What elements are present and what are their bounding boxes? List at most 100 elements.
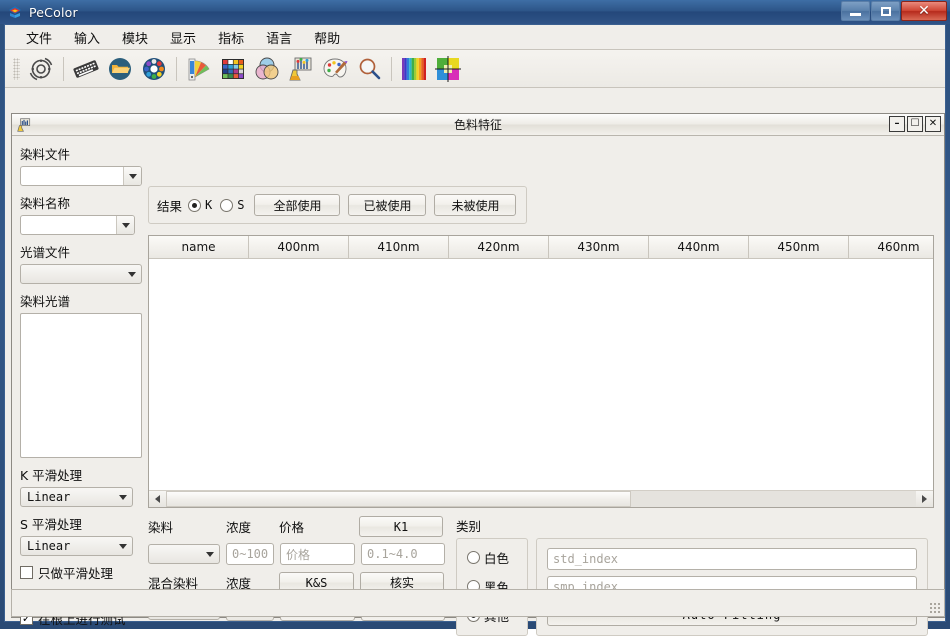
menu-input[interactable]: 输入 [63, 25, 111, 50]
window-client-area: 文件 输入 模块 显示 指标 语言 帮助 [4, 24, 946, 622]
color-wheel-icon[interactable] [137, 53, 171, 85]
chevron-down-icon[interactable] [114, 537, 132, 555]
left-panel: 染料文件 染料名称 光谱文件 染料光谱 [20, 144, 142, 628]
mdi-maximize-button[interactable]: ☐ [907, 116, 923, 132]
menu-module[interactable]: 模块 [111, 25, 159, 50]
menu-language[interactable]: 语言 [255, 25, 303, 50]
table-header-400nm[interactable]: 400nm [249, 236, 349, 259]
scrollbar-track[interactable] [166, 491, 916, 507]
button-use-all[interactable]: 全部使用 [254, 194, 340, 216]
spectrum-file-combo[interactable] [20, 264, 142, 284]
button-used[interactable]: 已被使用 [348, 194, 426, 216]
dye-label: 染料 [148, 517, 226, 536]
chevron-down-icon[interactable] [116, 216, 134, 234]
table-header-440nm[interactable]: 440nm [649, 236, 749, 259]
dye-combo[interactable] [148, 544, 220, 564]
category-title: 类别 [456, 516, 934, 535]
settings-gear-icon[interactable] [24, 53, 58, 85]
scroll-left-arrow-icon[interactable] [149, 491, 166, 507]
mdi-close-button[interactable]: ✕ [925, 116, 941, 132]
folder-open-icon[interactable] [103, 53, 137, 85]
table-header-name[interactable]: name [149, 236, 249, 259]
dye-spectrum-listbox[interactable] [20, 313, 142, 458]
mdi-window-title: 色料特征 [12, 116, 944, 133]
menu-bar: 文件 输入 模块 显示 指标 语言 帮助 [5, 25, 945, 50]
s-smooth-combo[interactable]: Linear [20, 536, 133, 556]
window-title: PeColor [29, 5, 78, 20]
toolbar-separator [63, 57, 64, 81]
menu-index[interactable]: 指标 [207, 25, 255, 50]
keyboard-icon[interactable] [69, 53, 103, 85]
chevron-down-icon[interactable] [123, 167, 141, 185]
toolbar-separator [176, 57, 177, 81]
spectrum-bars-icon[interactable] [397, 53, 431, 85]
color-palette-grid-icon[interactable] [216, 53, 250, 85]
magnifier-icon[interactable] [352, 53, 386, 85]
k-smooth-combo[interactable]: Linear [20, 487, 133, 507]
menu-display[interactable]: 显示 [159, 25, 207, 50]
table-header-row: name 400nm 410nm 420nm 430nm 440nm 450nm… [149, 236, 933, 259]
radio-result-k[interactable]: K [188, 198, 212, 212]
category-panel: 类别 白色 黑色 [456, 516, 934, 636]
scrollbar-thumb[interactable] [166, 491, 631, 507]
k1-range-input[interactable]: 0.1~4.0 [361, 543, 445, 565]
price-input[interactable]: 价格 [280, 543, 355, 565]
concentration-label: 浓度 [226, 517, 279, 536]
window-maximize-button[interactable] [871, 1, 900, 21]
table-body [149, 259, 933, 491]
artist-palette-icon[interactable] [318, 53, 352, 85]
k-smooth-value: Linear [21, 490, 114, 504]
window-close-button[interactable]: ✕ [901, 1, 947, 21]
table-horizontal-scrollbar[interactable] [149, 490, 933, 507]
venn-circles-icon[interactable] [250, 53, 284, 85]
scroll-right-arrow-icon[interactable] [916, 491, 933, 507]
color-fan-deck-icon[interactable] [182, 53, 216, 85]
checkbox-smooth-only-box[interactable] [20, 566, 33, 579]
dye-name-combo[interactable] [20, 215, 135, 235]
lab-beaker-icon [16, 117, 32, 133]
chevron-down-icon[interactable] [123, 265, 141, 283]
radio-result-k-button[interactable] [188, 199, 201, 212]
table-header-410nm[interactable]: 410nm [349, 236, 449, 259]
table-header-430nm[interactable]: 430nm [549, 236, 649, 259]
dye-file-label: 染料文件 [20, 144, 142, 163]
menu-help[interactable]: 帮助 [303, 25, 351, 50]
table-header-450nm[interactable]: 450nm [749, 236, 849, 259]
radio-category-white-label: 白色 [484, 548, 509, 567]
price-label: 价格 [279, 517, 359, 536]
radio-category-white[interactable]: 白色 [467, 548, 527, 567]
dye-spectrum-label: 染料光谱 [20, 291, 142, 310]
button-k1[interactable]: K1 [359, 516, 443, 537]
color-gamut-icon[interactable] [431, 53, 465, 85]
radio-category-white-button[interactable] [467, 551, 480, 564]
concentration-input[interactable]: 0~100 [226, 543, 274, 565]
mdi-content: 染料文件 染料名称 光谱文件 染料光谱 [12, 136, 944, 617]
dye-file-combo[interactable] [20, 166, 142, 186]
fitting-group: std_index smp_index Auto Fitting [536, 538, 928, 636]
application-window: PeColor ✕ 文件 输入 模块 显示 指标 语言 帮助 [0, 0, 950, 629]
chevron-down-icon[interactable] [201, 545, 219, 563]
window-controls: ✕ [840, 1, 947, 21]
radio-result-k-label: K [205, 198, 212, 212]
result-label: 结果 [157, 196, 182, 215]
mdi-minimize-button[interactable]: – [889, 116, 905, 132]
table-header-460nm[interactable]: 460nm [849, 236, 934, 259]
window-minimize-button[interactable] [841, 1, 870, 21]
toolbar-grip [13, 58, 20, 80]
button-unused[interactable]: 未被使用 [434, 194, 516, 216]
table-header-420nm[interactable]: 420nm [449, 236, 549, 259]
checkbox-smooth-only-label: 只做平滑处理 [38, 563, 113, 582]
menu-file[interactable]: 文件 [15, 25, 63, 50]
radio-result-s-button[interactable] [220, 199, 233, 212]
mdi-window-controls: – ☐ ✕ [889, 116, 941, 132]
result-groupbox: 结果 K S 全部使用 已被使用 未被使用 [148, 186, 527, 224]
radio-result-s[interactable]: S [220, 198, 244, 212]
window-titlebar: PeColor ✕ [0, 0, 950, 24]
std-index-input[interactable]: std_index [547, 548, 917, 570]
s-smooth-label: S 平滑处理 [20, 514, 142, 533]
checkbox-smooth-only[interactable]: 只做平滑处理 [20, 563, 142, 582]
chevron-down-icon[interactable] [114, 488, 132, 506]
status-bar [11, 589, 945, 617]
resize-grip-icon[interactable] [929, 602, 941, 614]
lab-beaker-icon[interactable] [284, 53, 318, 85]
